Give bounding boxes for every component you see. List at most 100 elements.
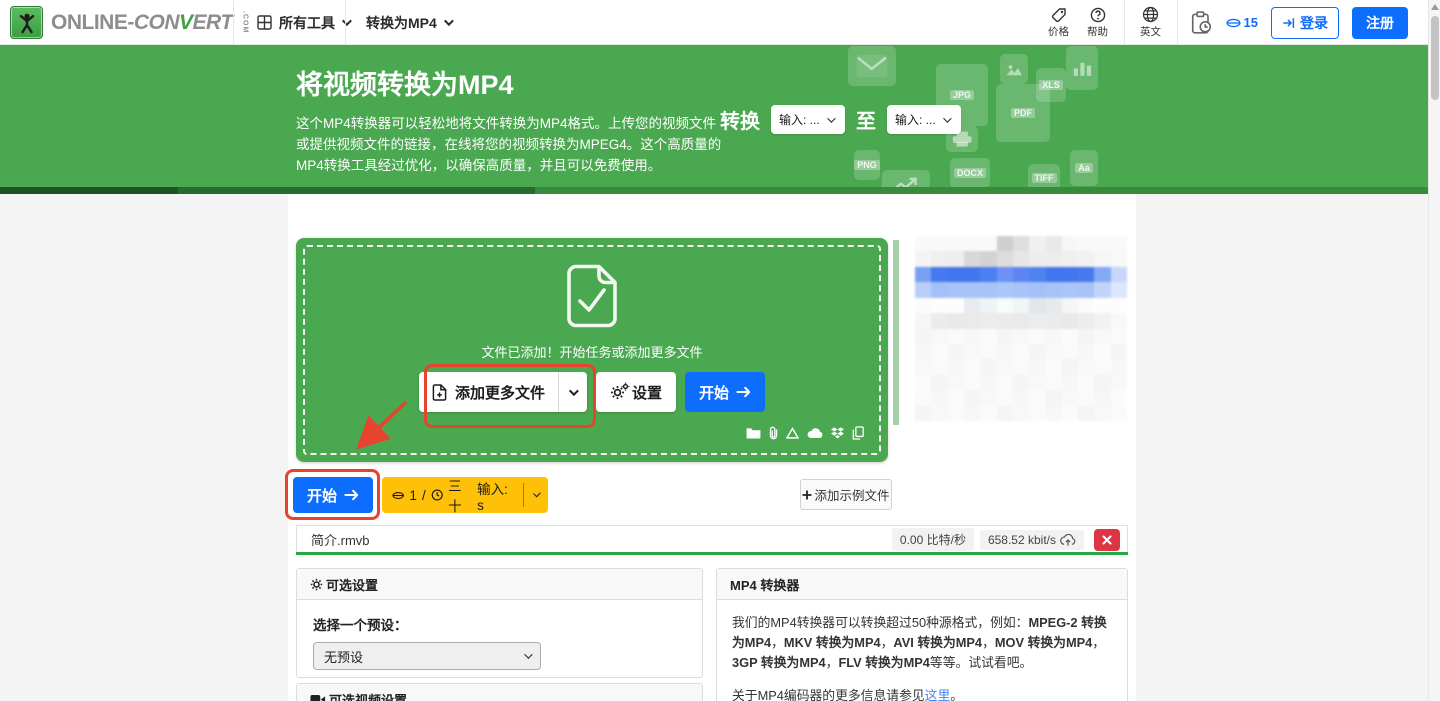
gear-icon [310, 578, 323, 591]
file-progress-bar [296, 552, 1128, 555]
chevron-down-icon [943, 114, 951, 122]
divider [1124, 0, 1125, 45]
add-example-file-button[interactable]: 添加示例文件 [800, 479, 892, 510]
filetype-bg-icon: DOCX [950, 158, 990, 188]
divider [523, 483, 524, 507]
nav-all-tools[interactable]: 所有工具 [247, 0, 359, 45]
job-limits-dropdown[interactable]: 1 / 三十 输入: s [382, 477, 548, 513]
converter-info-paragraph: 我们的MP4转换器可以转换超过50种源格式，例如：MPEG-2 转换为MP4，M… [732, 613, 1112, 673]
filetype-bg-icon: PDF [996, 84, 1050, 142]
clock-icon [431, 488, 443, 502]
copy-paste-icon[interactable] [852, 426, 864, 440]
upload-buttons-row: 添加更多文件 设置 开始 [296, 372, 888, 412]
tag-icon [1051, 7, 1067, 23]
preset-select[interactable]: 无预设 [313, 642, 541, 670]
divider [345, 0, 346, 45]
help-button[interactable]: 帮助 [1085, 7, 1111, 39]
upload-sources-row [746, 426, 864, 440]
filetype-bg-icon: PNG [854, 150, 880, 180]
optional-settings-header: 可选设置 [297, 569, 702, 600]
topnav-actions: 价格 帮助 英文 15 [1046, 0, 1408, 45]
coin-icon [1226, 18, 1241, 28]
scrollbar-thumb[interactable] [1431, 16, 1439, 100]
divider [233, 0, 234, 45]
login-icon [1282, 16, 1296, 30]
close-icon [1102, 535, 1112, 545]
add-more-files-button[interactable]: 添加更多文件 [419, 372, 558, 412]
chevron-down-icon [827, 114, 835, 122]
preset-label: 选择一个预设： [313, 614, 686, 634]
add-more-files-dropdown[interactable] [558, 372, 587, 412]
settings-button[interactable]: 设置 [596, 372, 676, 412]
output-format-select[interactable]: 输入: ... [887, 105, 961, 134]
start-button-main[interactable]: 开始 [293, 477, 373, 513]
folder-icon[interactable] [746, 427, 761, 439]
register-button[interactable]: 注册 [1352, 7, 1408, 39]
language-button[interactable]: 英文 [1138, 6, 1164, 39]
google-drive-icon[interactable] [786, 427, 799, 439]
converter-info-more: 关于MP4编码器的更多信息请参见这里。 [732, 686, 1112, 701]
upload-dropzone[interactable]: 文件已添加！开始任务或添加更多文件 添加更多文件 设置 [296, 238, 888, 462]
page-title: 将视频转换为MP4 [296, 63, 514, 102]
divider [1177, 0, 1178, 45]
job-history-button[interactable] [1191, 11, 1213, 35]
globe-icon [1142, 6, 1159, 23]
here-link[interactable]: 这里 [925, 688, 951, 701]
video-camera-icon [310, 694, 326, 701]
add-more-files-split-button: 添加更多文件 [419, 372, 587, 412]
question-circle-icon [1090, 7, 1106, 23]
filetype-bg-icon [1066, 46, 1098, 90]
hero-bottom-strip [0, 187, 1428, 194]
main-content: 文件已添加！开始任务或添加更多文件 添加更多文件 设置 [0, 194, 1428, 701]
link-paperclip-icon[interactable] [769, 426, 778, 440]
chevron-down-icon [524, 650, 532, 658]
blurred-ad [915, 236, 1127, 421]
file-row: 简介.rmvb 0.00 比特/秒 658.52 kbit/s [296, 525, 1128, 553]
plus-icon [802, 490, 812, 500]
onedrive-cloud-icon[interactable] [807, 428, 823, 439]
price-button[interactable]: 价格 [1046, 7, 1072, 39]
clipboard-clock-icon [1191, 11, 1213, 35]
credits-badge[interactable]: 15 [1226, 15, 1258, 30]
video-settings-header: 可选视频设置 [297, 684, 702, 701]
dropbox-icon[interactable] [831, 427, 844, 439]
chevron-down-icon [444, 16, 454, 26]
upload-speed-badge: 658.52 kbit/s [980, 530, 1084, 550]
scrollbar [1428, 0, 1440, 701]
converter-info-panel: MP4 转换器 我们的MP4转换器可以转换超过50种源格式，例如：MPEG-2 … [716, 568, 1128, 701]
logo-icon [10, 6, 43, 39]
page: ONLINE-CONVERT .COM 所有工具 转换为MP4 价格 帮助 [0, 0, 1440, 701]
nav-convert-label: 转换为MP4 [366, 13, 437, 33]
video-settings-panel: 可选视频设置 [296, 683, 703, 701]
ad-side-strip [893, 240, 899, 425]
file-added-check-icon [563, 264, 621, 328]
format-selector-row: 转换 输入: ... 至 输入: ... [720, 105, 961, 134]
input-format-select[interactable]: 输入: ... [771, 105, 845, 134]
file-plus-icon [432, 384, 447, 401]
hero-banner: JPGXLSPDFPNGDOCXTIFFAa 将视频转换为MP4 这个MP4转换… [0, 45, 1428, 194]
chevron-down-icon [569, 386, 579, 396]
upload-status-text: 文件已添加！开始任务或添加更多文件 [296, 342, 888, 361]
arrow-right-icon [344, 489, 359, 501]
filetype-bg-icon: Aa [1070, 150, 1098, 186]
start-button-card[interactable]: 开始 [685, 372, 765, 412]
logo-text: ONLINE-CONVERT [51, 11, 233, 35]
gears-icon [610, 385, 625, 400]
chevron-down-icon [533, 490, 541, 498]
grid-icon [257, 15, 272, 30]
login-button[interactable]: 登录 [1271, 7, 1339, 39]
bitrate-badge: 0.00 比特/秒 [892, 528, 974, 551]
nav-convert-to-mp4[interactable]: 转换为MP4 [356, 0, 461, 45]
filetype-bg-icon [848, 46, 896, 86]
file-name: 简介.rmvb [311, 530, 886, 549]
optional-settings-panel: 可选设置 选择一个预设： 无预设 [296, 568, 703, 678]
logo[interactable]: ONLINE-CONVERT .COM [10, 0, 249, 45]
coin-icon [392, 491, 404, 500]
converter-info-body: 我们的MP4转换器可以转换超过50种源格式，例如：MPEG-2 转换为MP4，M… [717, 600, 1127, 701]
filetype-bg-icon [1000, 54, 1028, 84]
cloud-upload-icon [1060, 534, 1076, 546]
chevron-down-icon [342, 16, 352, 26]
remove-file-button[interactable] [1094, 529, 1120, 551]
scrollbar-up-arrow[interactable] [1431, 4, 1439, 10]
converter-info-header: MP4 转换器 [717, 569, 1127, 600]
